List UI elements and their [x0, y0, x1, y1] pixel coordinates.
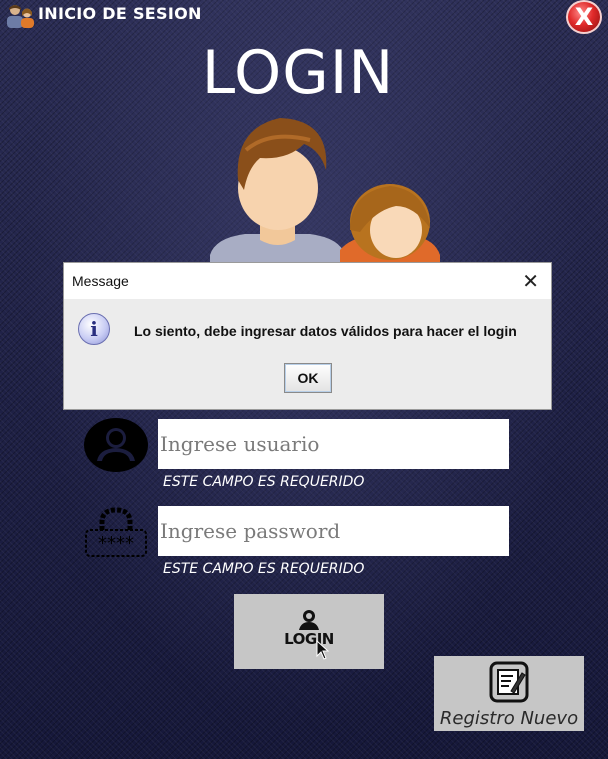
register-button-label: Registro Nuevo: [439, 708, 579, 729]
info-icon: i: [78, 313, 110, 345]
login-user-icon: [299, 610, 319, 630]
ok-button[interactable]: OK: [284, 363, 332, 393]
page-title: LOGIN: [201, 38, 395, 108]
svg-text:****: ****: [98, 533, 134, 554]
login-button[interactable]: LOGIN: [234, 594, 384, 669]
username-input[interactable]: [158, 419, 509, 469]
password-input[interactable]: [158, 506, 509, 556]
window-title: INICIO DE SESION: [38, 4, 202, 23]
users-icon: [7, 5, 34, 28]
register-button[interactable]: Registro Nuevo: [434, 656, 584, 731]
register-note-icon: [489, 661, 529, 703]
password-icon: ****: [85, 507, 147, 557]
users-avatars-illustration: [210, 118, 440, 265]
user-icon: [84, 418, 148, 472]
message-dialog: Message ✕ i Lo siento, debe ingresar dat…: [63, 262, 552, 410]
username-required-note: ESTE CAMPO ES REQUERIDO: [163, 474, 365, 490]
window-close-button[interactable]: X: [566, 0, 602, 34]
password-required-note: ESTE CAMPO ES REQUERIDO: [163, 561, 365, 577]
dialog-message: Lo siento, debe ingresar datos válidos p…: [134, 323, 517, 339]
login-button-label: LOGIN: [284, 630, 334, 648]
dialog-title: Message: [72, 273, 129, 289]
close-icon: X: [574, 3, 594, 31]
dialog-title-bar: Message ✕: [64, 263, 551, 299]
dialog-close-button[interactable]: ✕: [522, 269, 539, 293]
cursor-icon: [316, 640, 330, 660]
